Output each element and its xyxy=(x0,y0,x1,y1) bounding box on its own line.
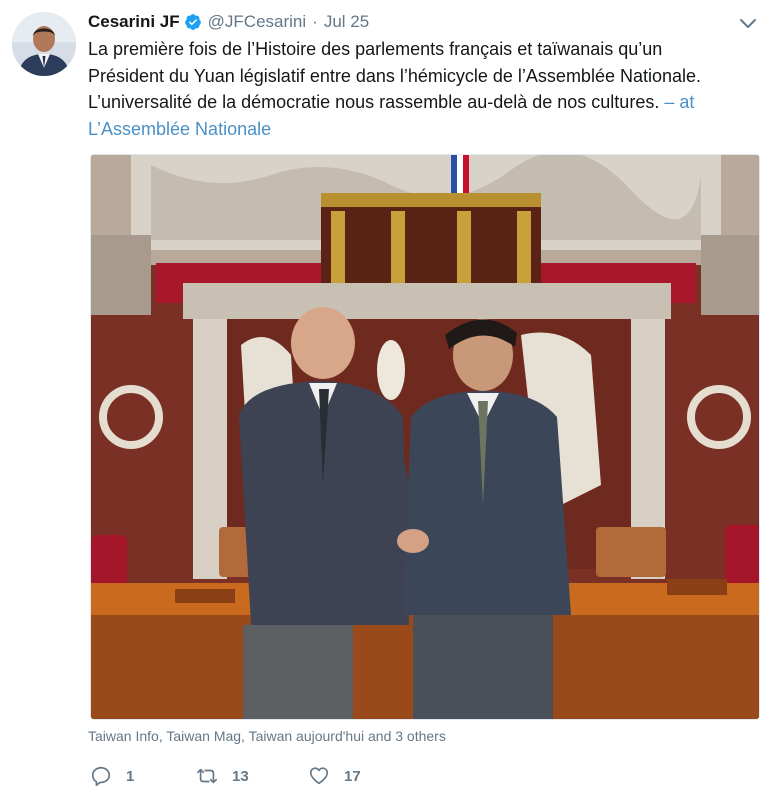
tweet-text-line: L’universalité de la démocratie nous ras… xyxy=(88,89,760,116)
avatar-image xyxy=(12,12,76,76)
retweet-button[interactable]: 13 xyxy=(196,765,308,787)
reply-icon xyxy=(91,766,111,786)
tweet-photo[interactable] xyxy=(90,154,760,720)
tweet-text: La première fois de l’Histoire des parle… xyxy=(88,36,760,142)
verified-badge-icon xyxy=(184,14,201,30)
tweet-header: Cesarini JF @JFCesarini · Jul 25 xyxy=(88,10,369,34)
author-handle[interactable]: @JFCesarini xyxy=(208,12,307,32)
liked-by-text[interactable]: Taiwan Info, Taiwan Mag, Taiwan aujourd'… xyxy=(88,728,446,744)
reply-count: 1 xyxy=(126,767,135,785)
tweet-date[interactable]: Jul 25 xyxy=(324,12,369,32)
avatar[interactable] xyxy=(12,12,76,76)
like-button[interactable]: 17 xyxy=(308,765,388,787)
tweet: Cesarini JF @JFCesarini · Jul 25 La prem… xyxy=(0,0,771,800)
tweet-text-line: Président du Yuan législatif entre dans … xyxy=(88,65,702,86)
location-link-prefix[interactable]: – at xyxy=(659,92,694,112)
tweet-text-line: La première fois de l’Histoire des parle… xyxy=(88,39,663,59)
reply-button[interactable]: 1 xyxy=(90,765,196,787)
location-link[interactable]: L’Assemblée Nationale xyxy=(88,116,760,143)
author-name[interactable]: Cesarini JF xyxy=(88,12,180,32)
chevron-down-icon[interactable] xyxy=(738,14,758,34)
retweet-count: 13 xyxy=(232,767,249,785)
header-separator: · xyxy=(312,12,318,31)
tweet-actions: 1 13 17 xyxy=(90,764,388,788)
retweet-icon xyxy=(197,768,217,784)
photo-illustration xyxy=(91,155,759,719)
heart-icon xyxy=(309,767,329,785)
like-count: 17 xyxy=(344,767,361,785)
tweet-text-segment: L’universalité de la démocratie nous ras… xyxy=(88,92,660,112)
